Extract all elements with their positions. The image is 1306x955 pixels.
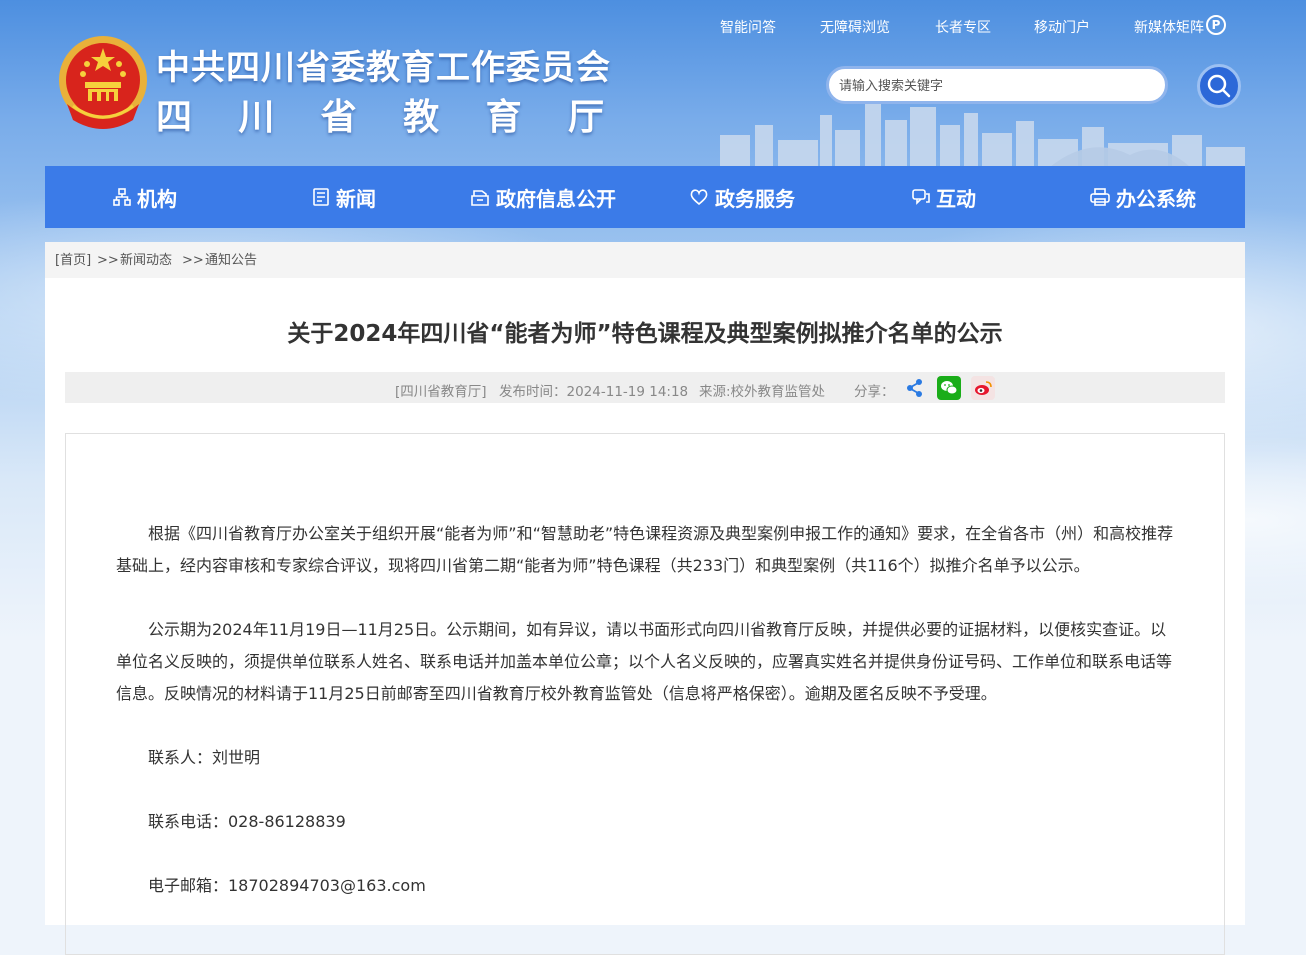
- dept-name-char: 教: [403, 97, 440, 138]
- new-media-icon[interactable]: P: [1206, 15, 1226, 35]
- service-heart-icon: [690, 189, 708, 206]
- nav-label: 政务服务: [715, 186, 795, 211]
- org-chart-icon: [113, 188, 131, 206]
- article-origin: 来源:校外教育监管处: [699, 384, 826, 400]
- content-panel: [首页] >> 新闻动态 >> 通知公告 关于2024年四川省“能者为师”特色课…: [45, 242, 1245, 955]
- contact-person: 联系人：刘世明: [148, 748, 261, 767]
- contact-email: 电子邮箱：18702894703@163.com: [148, 876, 426, 895]
- breadcrumb: [首页] >> 新闻动态 >> 通知公告: [45, 242, 1245, 278]
- share-label: 分享：: [854, 384, 895, 400]
- search-button[interactable]: [1197, 64, 1241, 108]
- nav-item-gov-service[interactable]: 政务服务: [689, 166, 795, 228]
- wechat-share-button[interactable]: [937, 376, 961, 400]
- national-emblem-icon: [59, 36, 147, 129]
- share-button[interactable]: [903, 376, 927, 400]
- article-paragraph: 公示期为2024年11月19日—11月25日。公示期间，如有异议，请以书面形式向…: [116, 620, 1173, 703]
- breadcrumb-separator: >>: [97, 253, 119, 268]
- top-link-accessibility[interactable]: 无障碍浏览: [820, 17, 890, 37]
- interaction-icon: [912, 189, 930, 205]
- article-paragraph: 根据《四川省教育厅办公室关于组织开展“能者为师”和“智慧助老”特色课程资源及典型…: [116, 524, 1174, 575]
- nav-label: 政府信息公开: [496, 186, 616, 211]
- printer-icon: [1090, 188, 1110, 206]
- top-link-smart-qa[interactable]: 智能问答: [720, 17, 776, 37]
- article-title: 关于2024年四川省“能者为师”特色课程及典型案例拟推介名单的公示: [287, 321, 1003, 347]
- article-source-tag: [四川省教育厅]: [395, 384, 487, 400]
- breadcrumb-separator: >>: [182, 253, 204, 268]
- nav-item-info-disclosure[interactable]: 政府信息公开: [470, 166, 616, 228]
- top-link-elderly[interactable]: 长者专区: [935, 17, 991, 37]
- breadcrumb-home-link[interactable]: [首页]: [55, 242, 91, 280]
- news-icon: [313, 188, 329, 206]
- contact-phone: 联系电话：028-86128839: [148, 812, 346, 831]
- main-nav: 机构 新闻 政府信息公开 政务服务 互动 办公系统: [45, 166, 1245, 228]
- breadcrumb-notice-link[interactable]: 通知公告: [205, 242, 257, 280]
- nav-item-office-system[interactable]: 办公系统: [1090, 166, 1196, 228]
- wechat-icon: [941, 381, 958, 395]
- nav-label: 互动: [936, 186, 976, 211]
- org-name-title: 中共四川省委教育工作委员会: [156, 48, 611, 88]
- dept-name-title: 四 川 省 教 育 厅: [156, 88, 604, 140]
- weibo-share-button[interactable]: [971, 376, 995, 400]
- info-disclosure-icon: [471, 190, 489, 206]
- article-meta-bar: [四川省教育厅] 发布时间：2024-11-19 14:18 来源:校外教育监管…: [65, 372, 1225, 403]
- breadcrumb-news-link[interactable]: 新闻动态: [120, 242, 172, 280]
- search-icon: [1207, 74, 1231, 98]
- top-links: 智能问答 无障碍浏览 长者专区 移动门户 新媒体矩阵: [700, 17, 1260, 37]
- search-input[interactable]: [826, 66, 1168, 104]
- nav-item-org[interactable]: 机构: [113, 166, 177, 228]
- share-icon: [907, 379, 922, 397]
- article-publish-time: 发布时间：2024-11-19 14:18: [499, 384, 689, 400]
- dept-name-char: 四: [156, 97, 193, 138]
- dept-name-char: 省: [320, 97, 357, 138]
- nav-label: 机构: [137, 186, 177, 211]
- top-link-new-media[interactable]: 新媒体矩阵: [1134, 17, 1204, 37]
- nav-label: 新闻: [336, 186, 376, 211]
- dept-name-char: 育: [485, 97, 522, 138]
- dept-name-char: 厅: [567, 97, 604, 138]
- dept-name-char: 川: [238, 97, 275, 138]
- article-body: 根据《四川省教育厅办公室关于组织开展“能者为师”和“智慧助老”特色课程资源及典型…: [65, 433, 1225, 955]
- city-skyline-illustration: [720, 103, 1245, 167]
- weibo-icon: [975, 381, 992, 395]
- nav-item-news[interactable]: 新闻: [312, 166, 376, 228]
- top-link-mobile-portal[interactable]: 移动门户: [1034, 17, 1090, 37]
- nav-label: 办公系统: [1116, 186, 1196, 211]
- nav-item-interaction[interactable]: 互动: [912, 166, 976, 228]
